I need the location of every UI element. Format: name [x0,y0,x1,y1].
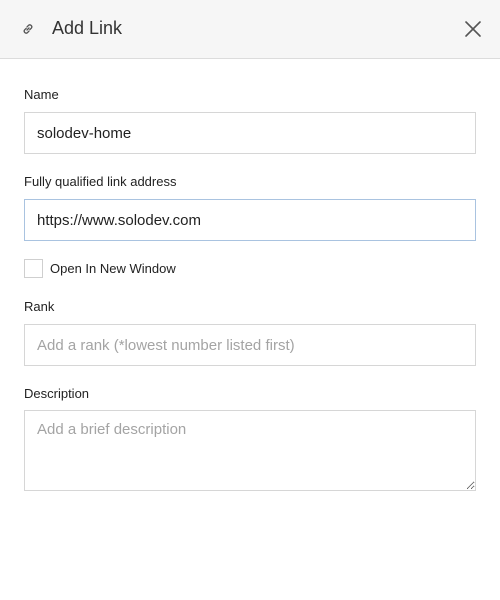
dialog-title: Add Link [52,18,123,38]
link-address-input[interactable] [24,199,476,241]
rank-input[interactable] [24,324,476,366]
dialog-header: Add Link [0,0,500,59]
open-new-window-label[interactable]: Open In New Window [50,261,176,277]
link-address-label: Fully qualified link address [24,174,177,189]
add-link-dialog: Add Link Name Fully qualified link addre… [0,0,500,600]
name-label: Name [24,87,59,102]
name-input[interactable] [24,112,476,154]
description-label: Description [24,386,90,401]
description-textarea[interactable] [24,410,476,491]
open-new-window-checkbox[interactable] [24,259,43,278]
close-icon[interactable] [462,18,484,40]
rank-label: Rank [24,299,55,314]
link-icon [23,24,33,34]
